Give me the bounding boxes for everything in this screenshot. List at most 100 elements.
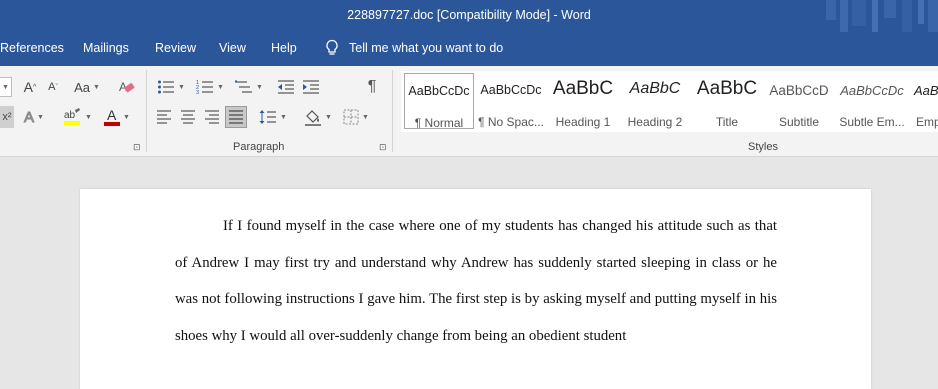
shrink-font-button[interactable]: Aˇ <box>43 77 63 97</box>
text-effects-button[interactable]: A ▼ <box>23 106 45 128</box>
font-dialog-launcher-icon[interactable]: ⊡ <box>133 142 141 153</box>
style-heading-1[interactable]: AaBbC Heading 1 <box>547 73 619 129</box>
style-preview: AaB <box>914 83 938 98</box>
paragraph-group-label: Paragraph <box>233 141 285 153</box>
tab-review[interactable]: Review <box>155 41 196 55</box>
font-size-dropdown[interactable]: ▼ <box>0 77 12 97</box>
grow-font-icon: A <box>23 79 34 95</box>
numbering-button[interactable]: 1 2 3 ▼ <box>193 76 227 98</box>
style-normal[interactable]: AaBbCcDc ¶ Normal <box>404 73 474 129</box>
change-case-button[interactable]: Aa ▼ <box>71 77 103 97</box>
subscript-icon: x² <box>2 111 12 123</box>
justify-icon <box>229 110 243 124</box>
borders-button[interactable]: ▼ <box>339 106 373 128</box>
tell-me-box[interactable]: Tell me what you want to do <box>325 39 503 57</box>
line-spacing-icon <box>259 110 277 124</box>
ribbon: ▼ A ^ Aˇ Aa ▼ A x² A ▼ ab ▼ A ▼ ⊡ ▼ 1 2 … <box>0 66 938 157</box>
style-no-spacing[interactable]: AaBbCcDc ¶ No Spac... <box>477 73 545 129</box>
title-bar: 228897727.doc [Compatibility Mode] - Wor… <box>0 0 938 32</box>
style-name: Subtitle <box>778 115 820 129</box>
style-title[interactable]: AaBbC Title <box>692 73 762 129</box>
style-preview: AaBbC <box>696 78 758 99</box>
style-name: Emp <box>916 115 938 129</box>
group-separator <box>146 70 147 152</box>
align-center-button[interactable] <box>177 106 199 128</box>
chevron-down-icon: ▼ <box>217 83 224 91</box>
bullets-button[interactable]: ▼ <box>154 76 188 98</box>
chevron-down-icon: ▼ <box>123 113 130 121</box>
tab-references[interactable]: References <box>0 41 64 55</box>
style-name: ¶ No Spac... <box>478 115 544 129</box>
styles-group-label: Styles <box>748 141 778 153</box>
chevron-down-icon: ▼ <box>362 113 369 121</box>
lightbulb-icon <box>326 39 338 55</box>
chevron-down-icon: ▼ <box>325 113 332 121</box>
text-effects-icon: A <box>24 108 35 126</box>
titlebar-decoration <box>826 0 938 32</box>
font-color-swatch <box>104 122 121 126</box>
font-color-button[interactable]: A ▼ <box>100 106 134 128</box>
increase-indent-button[interactable] <box>300 76 322 98</box>
tab-mailings[interactable]: Mailings <box>83 41 129 55</box>
document-paragraph[interactable]: If I found myself in the case where one … <box>175 208 777 354</box>
style-emphasis[interactable]: AaB Emp <box>910 73 938 129</box>
subscript-button[interactable]: x² <box>0 106 14 128</box>
style-name: ¶ Normal <box>414 116 464 129</box>
borders-icon <box>343 109 359 125</box>
highlighter-icon: ab <box>64 108 81 125</box>
chevron-down-icon: ▼ <box>85 113 92 121</box>
show-formatting-button[interactable]: ¶ <box>361 76 383 98</box>
numbering-icon: 1 2 3 <box>196 80 214 95</box>
align-right-icon <box>205 110 219 124</box>
style-preview: AaBbC <box>629 80 681 97</box>
ribbon-tabs: References Mailings Review View Help Tel… <box>0 32 938 66</box>
align-right-button[interactable] <box>201 106 223 128</box>
svg-text:ab: ab <box>64 110 76 121</box>
change-case-icon: Aa <box>74 79 90 95</box>
group-separator <box>392 70 393 152</box>
bullets-icon <box>158 80 175 94</box>
svg-text:3: 3 <box>196 90 199 95</box>
chevron-down-icon: ▼ <box>37 113 44 121</box>
chevron-down-icon: ▼ <box>280 113 287 121</box>
multilevel-list-icon <box>235 80 253 93</box>
justify-button[interactable] <box>225 106 247 128</box>
chevron-down-icon: ▼ <box>92 83 100 91</box>
style-name: Title <box>715 115 739 129</box>
paint-bucket-icon <box>305 110 322 126</box>
shading-button[interactable]: ▼ <box>301 106 335 128</box>
style-subtitle[interactable]: AaBbCcD Subtitle <box>764 73 834 129</box>
align-left-button[interactable] <box>153 106 175 128</box>
tab-help[interactable]: Help <box>271 41 297 55</box>
style-name: Heading 1 <box>555 115 611 129</box>
style-preview: AaBbCcD <box>769 83 829 98</box>
grow-font-button[interactable]: A ^ <box>20 77 40 97</box>
decrease-indent-icon <box>278 80 294 94</box>
style-name: Heading 2 <box>627 115 683 129</box>
style-heading-2[interactable]: AaBbC Heading 2 <box>620 73 690 129</box>
increase-indent-icon <box>303 80 319 94</box>
decrease-indent-button[interactable] <box>275 76 297 98</box>
font-color-icon: A <box>107 107 117 123</box>
line-spacing-button[interactable]: ▼ <box>256 106 290 128</box>
chevron-down-icon: ▼ <box>256 83 263 91</box>
style-preview: AaBbCcDc <box>408 84 470 98</box>
shrink-font-icon: A <box>48 81 56 93</box>
paragraph-dialog-launcher-icon[interactable]: ⊡ <box>379 142 387 153</box>
clear-formatting-button[interactable]: A <box>115 76 137 98</box>
style-preview: AaBbCcDc <box>480 83 542 97</box>
chevron-down-icon: ▼ <box>2 83 9 91</box>
align-left-icon <box>157 110 171 124</box>
tell-me-text: Tell me what you want to do <box>349 41 504 55</box>
tab-view[interactable]: View <box>219 41 246 55</box>
document-page[interactable]: If I found myself in the case where one … <box>80 189 871 389</box>
style-preview: AaBbC <box>552 78 614 99</box>
highlight-color-button[interactable]: ab ▼ <box>60 106 94 128</box>
style-name: Subtle Em... <box>839 115 905 129</box>
clear-formatting-icon: A <box>119 80 135 94</box>
style-subtle-emphasis[interactable]: AaBbCcDc Subtle Em... <box>836 73 908 129</box>
pilcrow-icon: ¶ <box>367 78 377 95</box>
chevron-down-icon: ▼ <box>178 83 185 91</box>
window-title: 228897727.doc [Compatibility Mode] - Wor… <box>347 8 591 22</box>
multilevel-list-button[interactable]: ▼ <box>232 76 266 98</box>
